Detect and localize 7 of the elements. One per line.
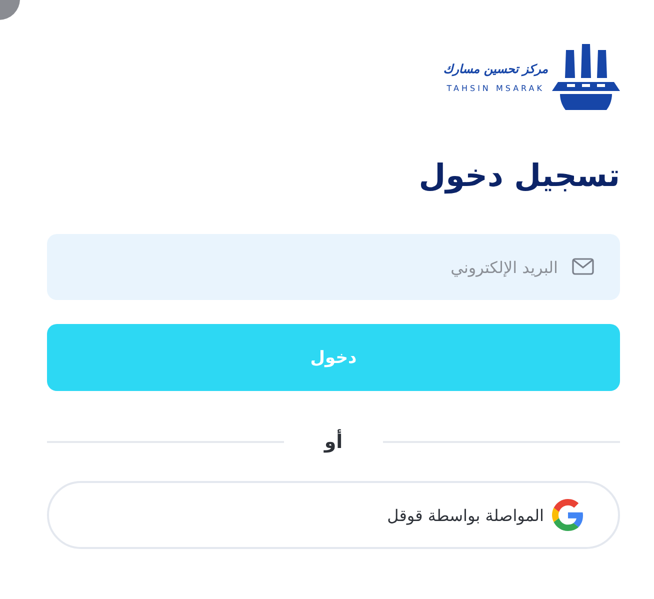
email-field[interactable]: البريد الإلكتروني — [47, 234, 620, 300]
google-signin-button[interactable]: المواصلة بواسطة قوقل — [47, 481, 620, 549]
logo-arabic-name: مركز تحسين مسارك — [443, 62, 548, 76]
or-divider-label: أو — [324, 431, 343, 453]
page-title: تسجيل دخول — [418, 157, 620, 196]
logo-english-name: TAHSIN MSARAK — [446, 84, 545, 92]
google-logo-icon — [552, 499, 584, 531]
